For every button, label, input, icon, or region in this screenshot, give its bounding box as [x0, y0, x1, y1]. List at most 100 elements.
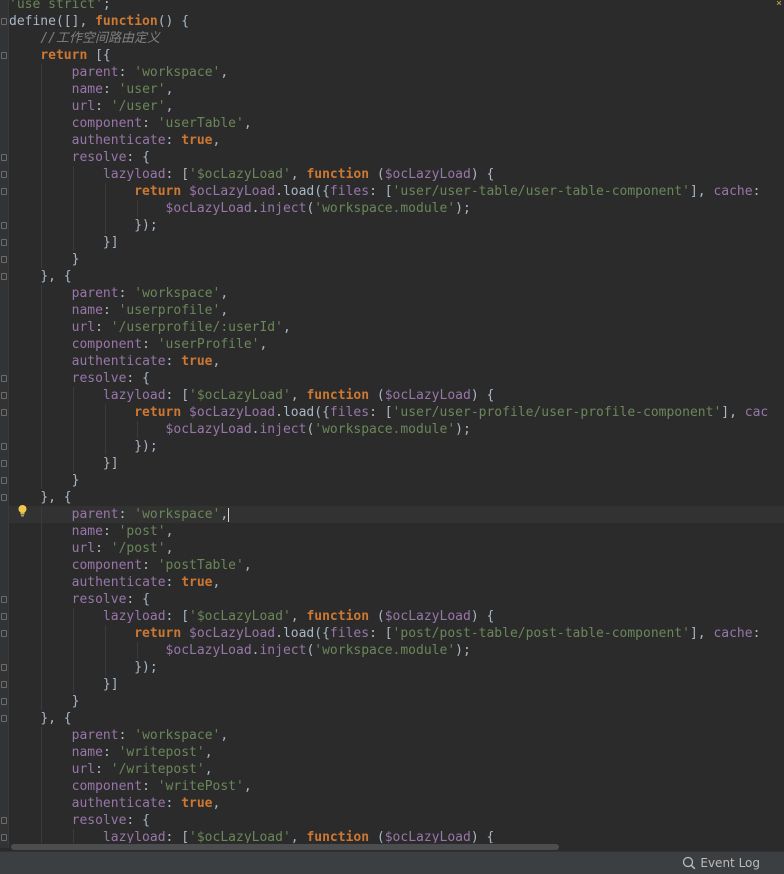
code-token: : [ — [165, 167, 190, 182]
code-line[interactable]: authenticate: true, — [9, 574, 784, 591]
code-line[interactable]: }, { — [9, 268, 784, 285]
code-token: , — [282, 320, 291, 335]
scrollbar-thumb[interactable] — [11, 844, 559, 850]
code-line[interactable]: name: 'post', — [9, 523, 784, 540]
fold-marker-icon[interactable] — [1, 256, 7, 263]
code-line[interactable]: parent: 'workspace', — [9, 506, 784, 523]
code-line[interactable]: return $ocLazyLoad.load({files: ['user/u… — [9, 183, 784, 200]
code-line[interactable]: }] — [9, 676, 784, 693]
code-token: component — [71, 779, 143, 794]
code-line[interactable]: lazyload: ['$ocLazyLoad', function ($ocL… — [9, 387, 784, 404]
code-line[interactable]: url: '/userprofile/:userId', — [9, 319, 784, 336]
code-line[interactable]: $ocLazyLoad.inject('workspace.module'); — [9, 642, 784, 659]
fold-marker-icon[interactable] — [1, 494, 7, 501]
code-line[interactable]: component: 'userProfile', — [9, 336, 784, 353]
code-line[interactable]: resolve: { — [9, 812, 784, 829]
code-line[interactable]: 'use strict'; — [9, 0, 784, 13]
code-line[interactable]: $ocLazyLoad.inject('workspace.module'); — [9, 200, 784, 217]
code-line[interactable]: name: 'user', — [9, 81, 784, 98]
code-line[interactable]: }); — [9, 217, 784, 234]
code-editor[interactable]: 'use strict'; define([], function() { //工… — [9, 0, 784, 848]
horizontal-scrollbar[interactable] — [9, 843, 784, 851]
fold-marker-icon[interactable] — [1, 443, 7, 450]
fold-marker-icon[interactable] — [1, 681, 7, 688]
indent-guide — [73, 421, 75, 438]
code-line[interactable]: parent: 'workspace', — [9, 64, 784, 81]
code-line[interactable]: } — [9, 472, 784, 489]
fold-marker-icon[interactable] — [1, 613, 7, 620]
code-token: 'post/post-table/post-table-component' — [392, 626, 690, 641]
code-token: function — [306, 388, 370, 403]
fold-marker-icon[interactable] — [1, 630, 7, 637]
code-line[interactable]: lazyload: ['$ocLazyLoad', function ($ocL… — [9, 608, 784, 625]
indent-guide — [73, 234, 75, 251]
fold-marker-icon[interactable] — [1, 698, 7, 705]
code-line[interactable]: component: 'writePost', — [9, 778, 784, 795]
code-line[interactable]: //工作空间路由定义 — [9, 30, 784, 47]
code-line[interactable]: }] — [9, 234, 784, 251]
fold-marker-icon[interactable] — [1, 154, 7, 161]
code-token: : — [165, 354, 182, 369]
code-line[interactable]: }] — [9, 455, 784, 472]
fold-marker-icon[interactable] — [1, 273, 7, 280]
fold-marker-icon[interactable] — [1, 239, 7, 246]
code-line[interactable]: authenticate: true, — [9, 795, 784, 812]
code-token: ) { — [470, 388, 495, 403]
fold-marker-icon[interactable] — [1, 477, 7, 484]
code-line[interactable]: return $ocLazyLoad.load({files: ['user/u… — [9, 404, 784, 421]
fold-marker-icon[interactable] — [1, 188, 7, 195]
lightbulb-icon[interactable] — [17, 504, 28, 517]
fold-marker-icon[interactable] — [1, 715, 7, 722]
fold-marker-icon[interactable] — [1, 52, 7, 59]
fold-marker-icon[interactable] — [1, 18, 7, 25]
code-line[interactable]: } — [9, 251, 784, 268]
code-line[interactable]: authenticate: true, — [9, 353, 784, 370]
code-line[interactable]: authenticate: true, — [9, 132, 784, 149]
code-line[interactable]: resolve: { — [9, 591, 784, 608]
code-line[interactable]: name: 'userprofile', — [9, 302, 784, 319]
code-line[interactable]: component: 'postTable', — [9, 557, 784, 574]
code-token: return — [134, 184, 182, 199]
indent-guide — [105, 404, 107, 421]
code-line[interactable]: $ocLazyLoad.inject('workspace.module'); — [9, 421, 784, 438]
code-token: , — [220, 286, 229, 301]
fold-marker-icon[interactable] — [1, 460, 7, 467]
code-line[interactable]: return $ocLazyLoad.load({files: ['post/p… — [9, 625, 784, 642]
code-line[interactable]: component: 'userTable', — [9, 115, 784, 132]
inspection-marker-icon[interactable]: × — [775, 0, 783, 9]
code-line[interactable]: url: '/user', — [9, 98, 784, 115]
code-line[interactable]: url: '/writepost', — [9, 761, 784, 778]
code-line[interactable]: }, { — [9, 710, 784, 727]
code-line[interactable]: }); — [9, 659, 784, 676]
code-line[interactable]: lazyload: ['$ocLazyLoad', function ($ocL… — [9, 166, 784, 183]
code-line[interactable]: resolve: { — [9, 370, 784, 387]
code-line[interactable]: parent: 'workspace', — [9, 285, 784, 302]
editor-gutter[interactable] — [0, 0, 9, 848]
fold-marker-icon[interactable] — [1, 171, 7, 178]
code-token: lazyload — [102, 167, 166, 182]
fold-marker-icon[interactable] — [1, 222, 7, 229]
code-token: 'post' — [118, 524, 166, 539]
code-line[interactable]: }); — [9, 438, 784, 455]
fold-marker-icon[interactable] — [1, 596, 7, 603]
fold-marker-icon[interactable] — [1, 834, 7, 841]
code-token: ( — [369, 388, 385, 403]
code-line[interactable]: resolve: { — [9, 149, 784, 166]
code-token: ], — [721, 405, 745, 420]
code-line[interactable]: name: 'writepost', — [9, 744, 784, 761]
code-line[interactable]: url: '/post', — [9, 540, 784, 557]
fold-marker-icon[interactable] — [1, 817, 7, 824]
event-log-button[interactable]: Event Log — [682, 856, 760, 870]
fold-marker-icon[interactable] — [1, 375, 7, 382]
code-line[interactable]: return [{ — [9, 47, 784, 64]
code-line[interactable]: define([], function() { — [9, 13, 784, 30]
fold-marker-icon[interactable] — [1, 409, 7, 416]
code-line[interactable]: } — [9, 693, 784, 710]
fold-marker-icon[interactable] — [1, 664, 7, 671]
code-line[interactable]: }, { — [9, 489, 784, 506]
code-line[interactable]: parent: 'workspace', — [9, 727, 784, 744]
fold-marker-icon[interactable] — [1, 392, 7, 399]
code-token: } — [71, 252, 80, 267]
